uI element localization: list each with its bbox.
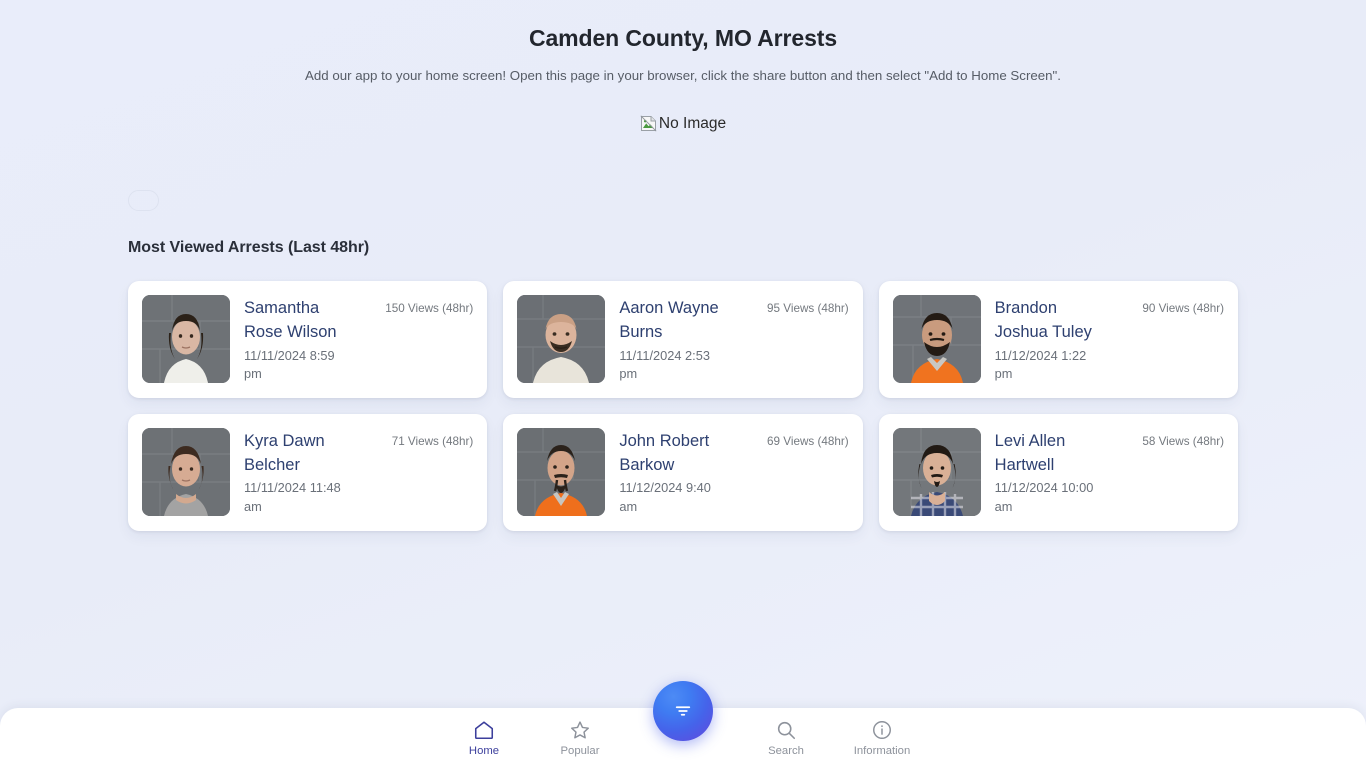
nav-label-information: Information xyxy=(853,745,911,757)
section-heading-most-viewed: Most Viewed Arrests (Last 48hr) xyxy=(128,238,370,256)
filter-pill-row xyxy=(0,189,1366,211)
view-count-badge: 58 Views (48hr) xyxy=(1142,434,1224,448)
view-count-badge: 90 Views (48hr) xyxy=(1142,301,1224,315)
arrest-name-link[interactable]: Brandon Joshua Tuley xyxy=(995,297,1095,345)
arrest-name-link[interactable]: Aaron Wayne Burns xyxy=(619,297,719,345)
banner-broken-image: No Image xyxy=(640,115,726,132)
nav-label-home: Home xyxy=(468,745,500,757)
view-count-badge: 69 Views (48hr) xyxy=(767,434,849,448)
page-title: Camden County, MO Arrests xyxy=(528,25,838,51)
grid-cell: John Robert Barkow 11/12/2024 9:40 am 69… xyxy=(495,406,870,539)
mugshot-thumbnail[interactable] xyxy=(892,427,981,516)
info-icon xyxy=(871,719,893,741)
broken-image-icon xyxy=(640,115,657,132)
nav-item-search[interactable]: Search xyxy=(738,708,834,757)
star-icon xyxy=(569,719,591,741)
banner-alt-text: No Image xyxy=(658,114,727,132)
banner-image-wrapper: No Image xyxy=(0,115,1366,137)
mugshot-thumbnail[interactable] xyxy=(517,427,606,516)
home-icon xyxy=(473,719,495,741)
arrest-card[interactable]: Levi Allen Hartwell 11/12/2024 10:00 am … xyxy=(878,413,1238,531)
arrest-date: 11/12/2024 10:00 am xyxy=(994,480,1094,515)
mugshot-thumbnail[interactable] xyxy=(142,294,230,383)
nav-item-home[interactable]: Home xyxy=(436,708,532,757)
arrest-card[interactable]: Aaron Wayne Burns 11/11/2024 2:53 pm 95 … xyxy=(503,280,863,398)
pwa-install-hint: Add our app to your home screen! Open th… xyxy=(305,67,1061,83)
arrest-name-link[interactable]: Levi Allen Hartwell xyxy=(995,430,1095,478)
filter-pill[interactable] xyxy=(128,189,159,211)
arrest-card[interactable]: John Robert Barkow 11/12/2024 9:40 am 69… xyxy=(503,413,863,531)
arrest-card[interactable]: Brandon Joshua Tuley 11/12/2024 1:22 pm … xyxy=(878,280,1238,398)
arrest-card[interactable]: Kyra Dawn Belcher 11/11/2024 11:48 am 71… xyxy=(128,413,488,531)
nav-item-information[interactable]: Information xyxy=(834,708,930,757)
arrest-card-grid: Samantha Rose Wilson 11/11/2024 8:59 pm … xyxy=(0,273,1366,539)
nav-label-search: Search xyxy=(768,745,804,757)
grid-cell: Levi Allen Hartwell 11/12/2024 10:00 am … xyxy=(871,406,1246,539)
grid-cell: Brandon Joshua Tuley 11/12/2024 1:22 pm … xyxy=(871,273,1246,406)
mugshot-thumbnail[interactable] xyxy=(892,294,981,383)
nav-item-popular[interactable]: Popular xyxy=(532,708,628,757)
grid-cell: Aaron Wayne Burns 11/11/2024 2:53 pm 95 … xyxy=(495,273,870,406)
grid-cell: Kyra Dawn Belcher 11/11/2024 11:48 am 71… xyxy=(120,406,495,539)
arrest-date: 11/12/2024 1:22 pm xyxy=(994,347,1087,382)
arrest-date: 11/12/2024 9:40 am xyxy=(619,480,711,515)
arrest-date: 11/11/2024 8:59 pm xyxy=(244,347,335,382)
arrest-name-link[interactable]: Samantha Rose Wilson xyxy=(244,297,344,345)
arrest-name-link[interactable]: John Robert Barkow xyxy=(619,430,719,478)
grid-cell: Samantha Rose Wilson 11/11/2024 8:59 pm … xyxy=(120,273,495,406)
arrest-date: 11/11/2024 11:48 am xyxy=(244,480,341,515)
mugshot-thumbnail[interactable] xyxy=(517,294,606,383)
search-icon xyxy=(775,719,797,741)
view-count-badge: 150 Views (48hr) xyxy=(385,301,474,315)
arrest-date: 11/11/2024 2:53 pm xyxy=(619,347,710,382)
filter-funnel-icon xyxy=(673,701,693,721)
nav-label-popular: Popular xyxy=(560,745,600,757)
mugshot-thumbnail[interactable] xyxy=(142,427,230,516)
page-header: Camden County, MO Arrests Add our app to… xyxy=(0,0,1366,85)
arrest-name-link[interactable]: Kyra Dawn Belcher xyxy=(244,430,344,478)
filter-fab-button[interactable] xyxy=(653,681,713,741)
view-count-badge: 95 Views (48hr) xyxy=(767,301,849,315)
view-count-badge: 71 Views (48hr) xyxy=(391,434,474,448)
arrest-card[interactable]: Samantha Rose Wilson 11/11/2024 8:59 pm … xyxy=(128,280,488,398)
